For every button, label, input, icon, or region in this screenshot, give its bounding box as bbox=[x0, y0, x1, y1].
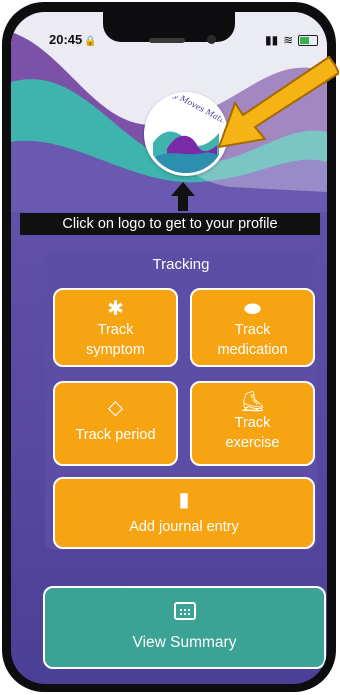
pills-icon: ⬬ bbox=[243, 298, 262, 320]
track-period-button[interactable]: ◇ Track period bbox=[53, 381, 178, 466]
tile-label-line2: Track period bbox=[75, 427, 156, 443]
tile-label: Add journal entry bbox=[129, 519, 239, 535]
lock-icon: 🔒 bbox=[84, 36, 97, 47]
tracking-title: Tracking bbox=[152, 256, 210, 273]
signal-icon: ▮▮ bbox=[265, 33, 279, 47]
track-symptom-button[interactable]: ✱ Track symptom bbox=[53, 288, 178, 367]
shoe-icon: ⛸ bbox=[239, 391, 266, 413]
tile-label-line1: Track bbox=[234, 415, 271, 431]
tile-label-line2: exercise bbox=[225, 435, 280, 451]
status-icons: ▮▮ ≋ bbox=[265, 33, 319, 47]
tile-label-line2: medication bbox=[217, 342, 288, 358]
tile-label-line1: Track bbox=[97, 322, 134, 338]
view-summary-button[interactable]: View Summary bbox=[43, 586, 326, 669]
status-time-text: 20:45 bbox=[49, 32, 83, 47]
annotation-arrow-icon bbox=[217, 55, 339, 149]
battery-icon bbox=[298, 34, 319, 46]
journal-icon: ▮ bbox=[178, 489, 190, 511]
front-camera bbox=[207, 35, 216, 44]
pointer-arrow-head bbox=[171, 182, 195, 196]
tile-label-line2: symptom bbox=[86, 342, 145, 358]
asterisk-icon: ✱ bbox=[107, 298, 124, 320]
add-journal-entry-button[interactable]: ▮ Add journal entry bbox=[53, 477, 315, 549]
instruction-callout: Click on logo to get to your profile bbox=[20, 213, 320, 235]
drop-icon: ◇ bbox=[107, 397, 124, 419]
wifi-icon: ≋ bbox=[283, 33, 294, 47]
pointer-arrow-stem bbox=[178, 195, 188, 211]
status-time: 20:45 🔒 bbox=[49, 32, 97, 47]
track-medication-button[interactable]: ⬬ Track medication bbox=[190, 288, 315, 367]
calendar-icon bbox=[173, 602, 196, 620]
tile-label-line1: Track bbox=[234, 322, 271, 338]
speaker-grille bbox=[149, 38, 185, 43]
track-exercise-button[interactable]: ⛸ Track exercise bbox=[190, 381, 315, 466]
view-summary-label: View Summary bbox=[132, 634, 237, 651]
